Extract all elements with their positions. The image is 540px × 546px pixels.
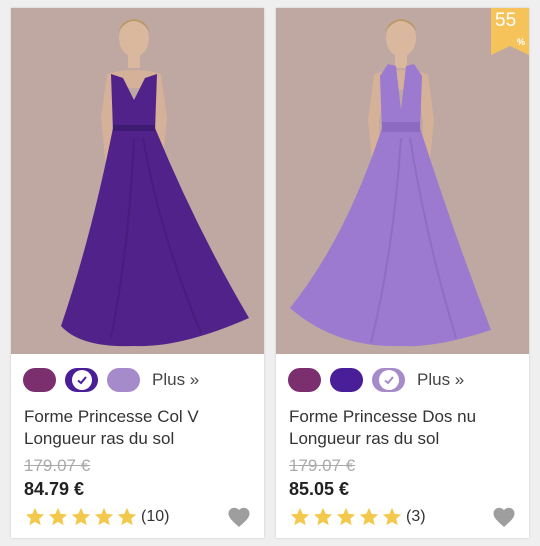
- rating: (3): [289, 505, 426, 529]
- star-icon: [382, 507, 402, 526]
- product-image[interactable]: 55 %: [276, 8, 529, 354]
- check-icon: [378, 370, 399, 390]
- color-swatch-lavender[interactable]: [372, 368, 405, 392]
- rating-count[interactable]: (3): [406, 508, 426, 526]
- star-icon: [359, 507, 379, 526]
- product-title-line1: Forme Princesse Dos nu: [289, 407, 477, 426]
- rating-count[interactable]: (10): [141, 508, 169, 526]
- discount-value: 55: [495, 10, 517, 31]
- more-colors-link[interactable]: Plus »: [417, 370, 464, 390]
- heart-icon[interactable]: [492, 506, 516, 528]
- star-icon: [117, 507, 137, 526]
- original-price: 179.07 €: [289, 456, 356, 475]
- color-swatches: Plus »: [23, 365, 199, 395]
- rating: (10): [24, 505, 169, 529]
- star-icon: [336, 507, 356, 526]
- discount-badge: 55 %: [491, 8, 529, 55]
- product-title[interactable]: Forme Princesse Col V Longueur ras du so…: [24, 406, 259, 450]
- color-swatch-plum[interactable]: [288, 368, 321, 392]
- color-swatch-lavender[interactable]: [107, 368, 140, 392]
- color-swatch-regency[interactable]: [330, 368, 363, 392]
- product-image[interactable]: [11, 8, 264, 354]
- product-title-line2: Longueur ras du sol: [289, 429, 440, 448]
- heart-icon[interactable]: [227, 506, 251, 528]
- product-title[interactable]: Forme Princesse Dos nu Longueur ras du s…: [289, 406, 524, 450]
- product-title-line2: Longueur ras du sol: [24, 429, 175, 448]
- product-card[interactable]: 55 % Plus » Forme Princesse Dos nu Longu…: [276, 8, 529, 538]
- star-icon: [71, 507, 91, 526]
- discount-symbol: %: [516, 37, 525, 47]
- color-swatch-plum[interactable]: [23, 368, 56, 392]
- color-swatches: Plus »: [288, 365, 464, 395]
- sale-price: 84.79 €: [24, 479, 85, 499]
- product-card[interactable]: Plus » Forme Princesse Col V Longueur ra…: [11, 8, 264, 538]
- original-price: 179.07 €: [24, 456, 91, 475]
- check-icon: [71, 370, 92, 390]
- product-title-line1: Forme Princesse Col V: [24, 407, 199, 426]
- star-icon: [94, 507, 114, 526]
- star-icon: [313, 507, 333, 526]
- star-icon: [290, 507, 310, 526]
- more-colors-link[interactable]: Plus »: [152, 370, 199, 390]
- sale-price: 85.05 €: [289, 479, 350, 499]
- star-icon: [48, 507, 68, 526]
- color-swatch-regency[interactable]: [65, 368, 98, 392]
- star-icon: [25, 507, 45, 526]
